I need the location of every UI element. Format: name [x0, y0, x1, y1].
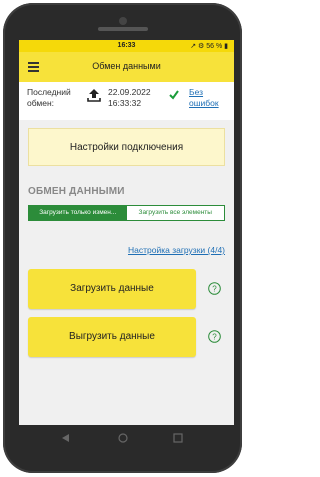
- check-icon: [169, 90, 179, 100]
- status-bar: 16:33 ↗ ⚙ 56 % ▮: [19, 40, 234, 52]
- page-title: Обмен данными: [92, 61, 161, 71]
- front-camera: [119, 17, 127, 25]
- section-title: ОБМЕН ДАННЫМИ: [28, 186, 125, 197]
- status-indicators: ↗ ⚙ 56 % ▮: [190, 43, 228, 50]
- upload-icon: [87, 89, 101, 102]
- tab-load-all[interactable]: Загрузить все элементы: [126, 206, 224, 220]
- recents-nav-icon: [173, 433, 183, 443]
- last-exchange-label: Последний обмен:: [27, 87, 71, 108]
- last-exchange-date: 22.09.2022: [108, 87, 151, 97]
- upload-data-button[interactable]: Выгрузить данные: [28, 317, 196, 357]
- download-data-button[interactable]: Загрузить данные: [28, 269, 196, 309]
- phone-frame: 16:33 ↗ ⚙ 56 % ▮ Обмен данными Последний…: [3, 3, 242, 473]
- load-settings-link[interactable]: Настройка загрузки (4/4): [128, 245, 225, 255]
- earpiece-speaker: [98, 27, 148, 31]
- help-icon[interactable]: ?: [208, 330, 221, 343]
- app-bar: Обмен данными: [19, 52, 234, 82]
- last-exchange-datetime: 22.09.2022 16:33:32: [108, 87, 151, 109]
- help-icon[interactable]: ?: [208, 282, 221, 295]
- exchange-status-link[interactable]: Без ошибок: [189, 87, 229, 109]
- last-exchange-panel: Последний обмен: 22.09.2022 16:33:32 Без…: [19, 82, 234, 120]
- svg-text:?: ?: [212, 285, 217, 294]
- connection-settings-button[interactable]: Настройки подключения: [28, 128, 225, 166]
- app-screen: 16:33 ↗ ⚙ 56 % ▮ Обмен данными Последний…: [19, 40, 234, 425]
- tab-load-changes[interactable]: Загрузить только измен...: [29, 206, 127, 220]
- load-mode-tabs: Загрузить только измен... Загрузить все …: [28, 205, 225, 221]
- navigation-bar: [62, 433, 183, 443]
- svg-text:?: ?: [212, 333, 217, 342]
- home-nav-icon: [118, 433, 128, 443]
- last-exchange-time: 16:33:32: [108, 98, 142, 108]
- back-nav-icon: [62, 434, 69, 442]
